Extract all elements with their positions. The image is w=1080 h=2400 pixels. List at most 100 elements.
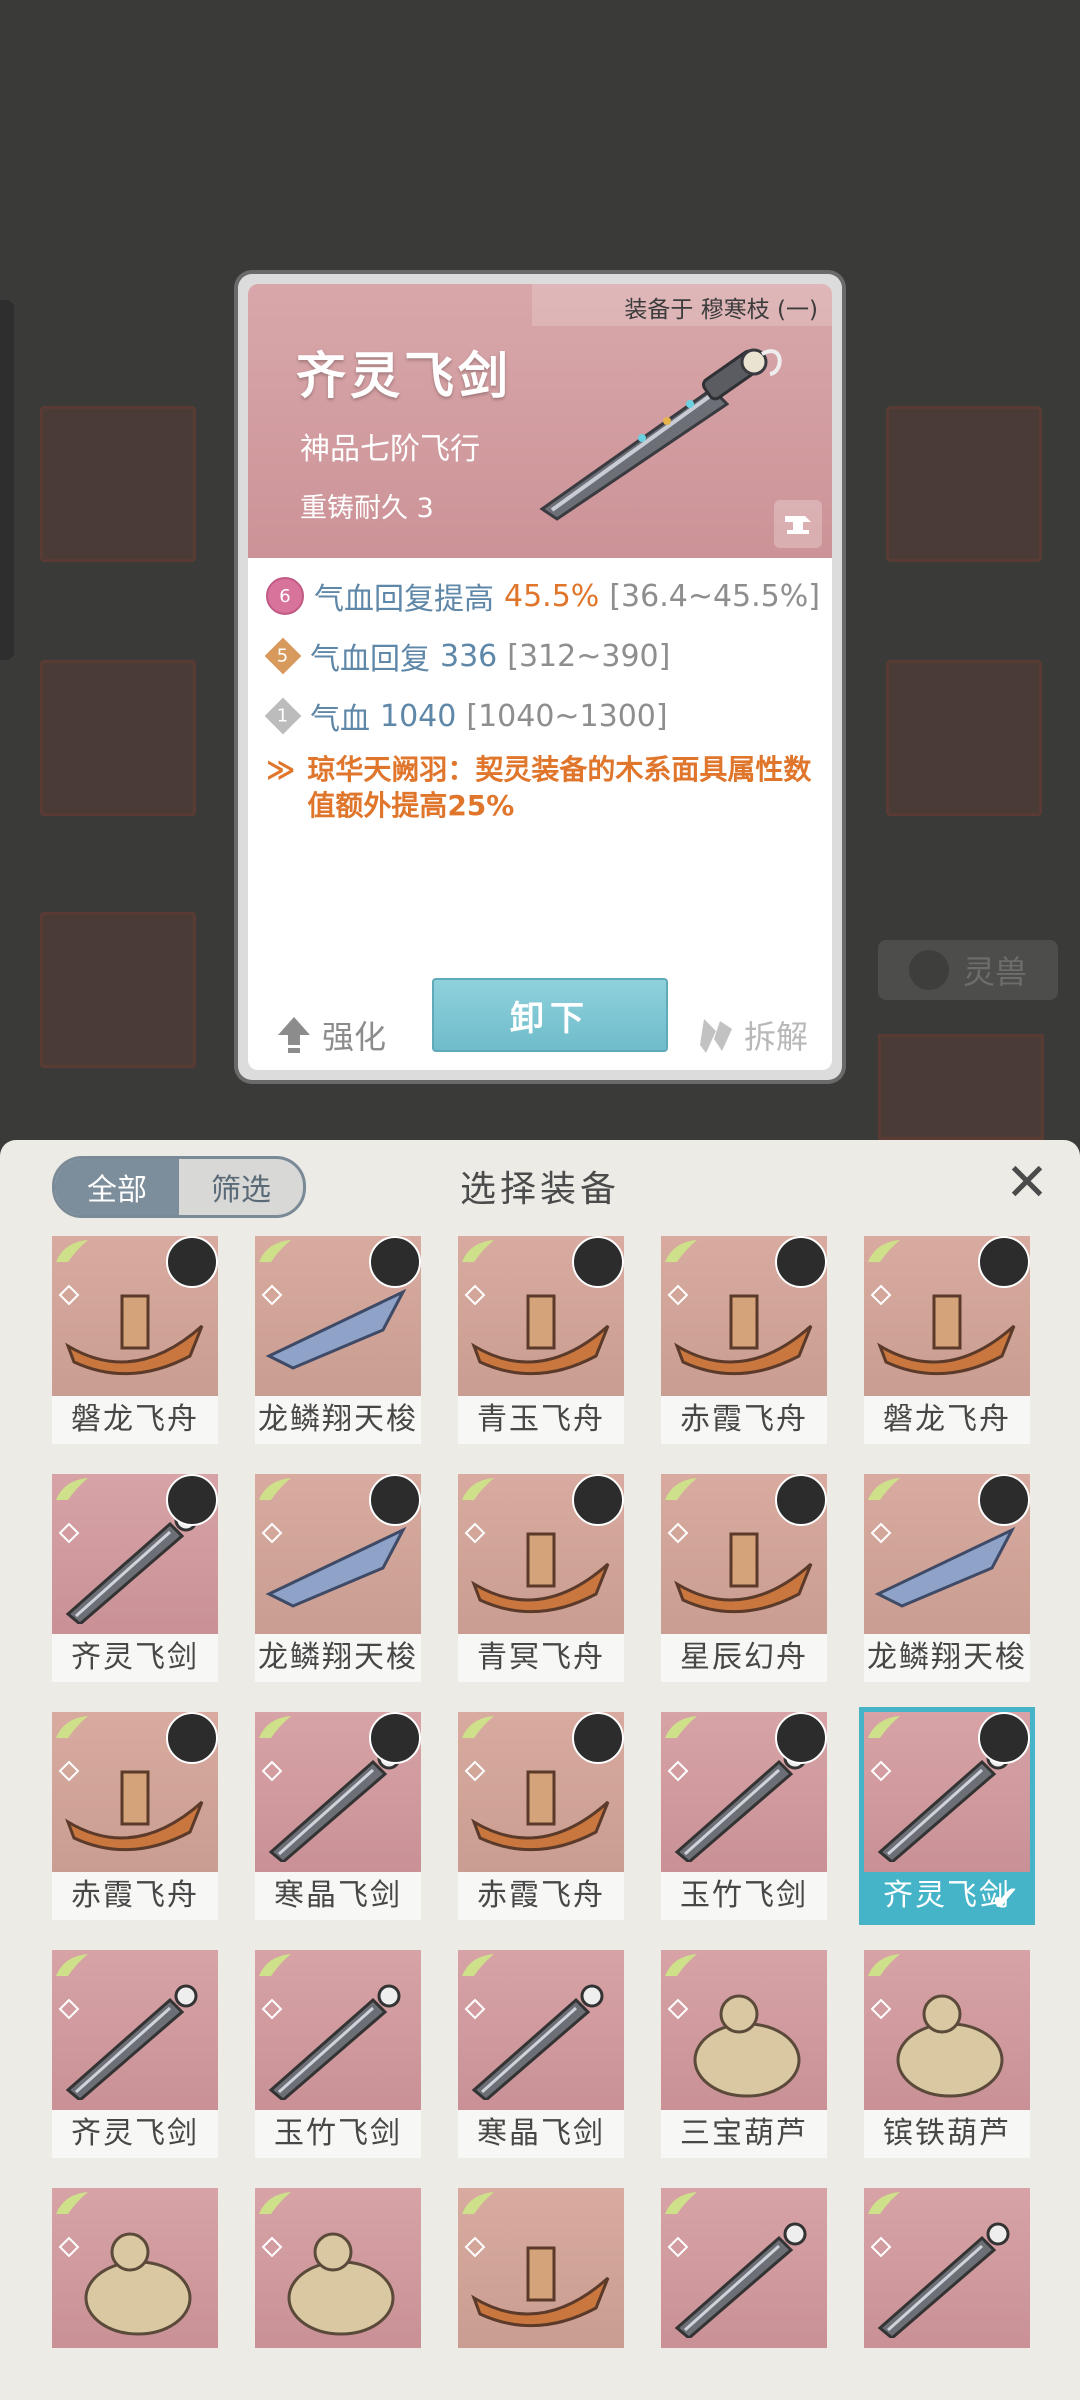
wing-icon <box>868 1240 900 1262</box>
equipment-slot[interactable]: 齐灵飞剑 ✔ <box>859 1707 1035 1925</box>
wing-icon <box>665 1716 697 1738</box>
character-avatar <box>166 1474 218 1526</box>
equipment-name: 寒晶飞剑 <box>255 1872 421 1920</box>
equipment-name: 青玉飞舟 <box>458 1396 624 1444</box>
rank-mark-icon <box>58 1760 80 1782</box>
equipment-art <box>864 1712 1030 1872</box>
equipment-slot[interactable]: 青玉飞舟 <box>458 1236 624 1444</box>
wing-icon <box>868 1716 900 1738</box>
wing-icon <box>56 2192 88 2214</box>
character-avatar <box>572 1712 624 1764</box>
reforge-icon[interactable] <box>774 500 822 548</box>
equipment-slot[interactable] <box>255 2188 421 2396</box>
stat-row: 5 气血回复 336 [312~390] <box>264 634 824 678</box>
wing-icon <box>462 1954 494 1976</box>
sword-icon <box>268 1984 401 2100</box>
equipment-slot[interactable]: 龙鳞翔天梭 <box>864 1474 1030 1682</box>
equipment-name: 赤霞飞舟 <box>458 1872 624 1920</box>
wing-icon <box>868 1478 900 1500</box>
equipment-name: 龙鳞翔天梭 <box>255 1634 421 1682</box>
equipment-art <box>661 1950 827 2110</box>
equipment-slot[interactable]: 玉竹飞剑 <box>661 1712 827 1920</box>
equipment-art <box>52 2188 218 2348</box>
equipment-slot[interactable] <box>864 2188 1030 2396</box>
equipment-slot[interactable]: 齐灵飞剑 <box>52 1950 218 2158</box>
gourd-icon <box>287 2232 395 2336</box>
item-detail-card: 装备于 穆寒枝 (一) 齐灵飞剑 神品七阶飞行 重铸耐久 3 6 气血回复提高 … <box>238 274 842 1080</box>
wing-icon <box>56 1954 88 1976</box>
stat-row: 6 气血回复提高 45.5% [36.4~45.5%] <box>266 574 824 618</box>
equipment-name: 星辰幻舟 <box>661 1634 827 1682</box>
equipment-slot[interactable]: 磐龙飞舟 <box>864 1236 1030 1444</box>
equipment-slot[interactable]: 寒晶飞剑 <box>458 1950 624 2158</box>
equipment-slot[interactable]: 星辰幻舟 <box>661 1474 827 1682</box>
equipment-art <box>864 1950 1030 2110</box>
character-avatar <box>978 1712 1030 1764</box>
item-durability: 重铸耐久 3 <box>300 493 434 524</box>
bg-equip-slot <box>40 660 196 816</box>
rank-mark-icon <box>667 1284 689 1306</box>
equipment-slot[interactable]: 赤霞飞舟 <box>661 1236 827 1444</box>
equipment-slot[interactable]: 龙鳞翔天梭 <box>255 1236 421 1444</box>
equipment-name: 齐灵飞剑 <box>52 2110 218 2158</box>
equipment-slot[interactable]: 龙鳞翔天梭 <box>255 1474 421 1682</box>
rank-mark-icon <box>464 1998 486 2020</box>
wing-icon <box>665 2192 697 2214</box>
equipment-art <box>661 1236 827 1396</box>
equipment-slot[interactable]: 青冥飞舟 <box>458 1474 624 1682</box>
gourd-icon <box>693 1994 801 2098</box>
special-effect: ≫ 琼华天阙羽：契灵装备的木系面具属性数值额外提高25% <box>266 753 812 822</box>
sword-icon <box>877 2222 1010 2338</box>
wing-icon <box>665 1478 697 1500</box>
equipment-slot[interactable] <box>52 2188 218 2396</box>
close-button[interactable]: ✕ <box>1002 1157 1052 1209</box>
equipment-slot[interactable]: 镔铁葫芦 <box>864 1950 1030 2158</box>
equipment-art <box>52 1712 218 1872</box>
wing-icon <box>868 1954 900 1976</box>
dismantle-button[interactable]: 拆解 <box>698 1012 808 1058</box>
wing-icon <box>462 1478 494 1500</box>
equipment-art <box>255 1474 421 1634</box>
special-effect-icon: ≫ <box>266 753 296 786</box>
equipment-art <box>661 1474 827 1634</box>
stat-row: 1 气血 1040 [1040~1300] <box>264 694 824 738</box>
bg-equip-slot <box>878 1034 1044 1140</box>
item-detail-header: 装备于 穆寒枝 (一) 齐灵飞剑 神品七阶飞行 重铸耐久 3 <box>248 284 832 558</box>
equipment-slot[interactable] <box>661 2188 827 2396</box>
rank-mark-icon <box>870 1760 892 1782</box>
strengthen-button[interactable]: 强化 <box>276 1012 386 1058</box>
unequip-button[interactable]: 卸下 <box>432 978 668 1052</box>
wing-icon <box>56 1240 88 1262</box>
equipment-slot[interactable]: 赤霞飞舟 <box>52 1712 218 1920</box>
equipment-slot[interactable]: 三宝葫芦 <box>661 1950 827 2158</box>
character-avatar <box>369 1712 421 1764</box>
shatter-icon <box>699 1019 732 1053</box>
bg-equip-slot <box>886 406 1042 562</box>
equipment-name: 赤霞飞舟 <box>661 1396 827 1444</box>
equipment-art <box>864 1236 1030 1396</box>
arrow-up-icon <box>278 1017 310 1053</box>
equipment-art <box>255 1712 421 1872</box>
equipment-slot[interactable]: 寒晶飞剑 <box>255 1712 421 1920</box>
equipment-name: 龙鳞翔天梭 <box>255 1396 421 1444</box>
equipment-slot[interactable]: 磐龙飞舟 <box>52 1236 218 1444</box>
equipment-art <box>255 2188 421 2348</box>
wing-icon <box>665 1240 697 1262</box>
bg-equip-slot <box>40 912 196 1068</box>
rank-mark-icon <box>261 1760 283 1782</box>
wing-icon <box>665 1954 697 1976</box>
rank-mark-icon <box>58 2236 80 2258</box>
badge-1-icon: 1 <box>264 697 302 735</box>
equipment-slot[interactable]: 齐灵飞剑 <box>52 1474 218 1682</box>
equipment-slot[interactable] <box>458 2188 624 2396</box>
equipment-slot[interactable]: 玉竹飞剑 <box>255 1950 421 2158</box>
equipment-slot[interactable]: 赤霞飞舟 <box>458 1712 624 1920</box>
character-avatar <box>572 1474 624 1526</box>
rank-mark-icon <box>261 1284 283 1306</box>
rank-mark-icon <box>870 1998 892 2020</box>
bg-equip-slot <box>886 660 1042 816</box>
rank-mark-icon <box>667 1522 689 1544</box>
side-tab <box>0 300 14 660</box>
rank-mark-icon <box>261 1998 283 2020</box>
equipment-art <box>255 1236 421 1396</box>
